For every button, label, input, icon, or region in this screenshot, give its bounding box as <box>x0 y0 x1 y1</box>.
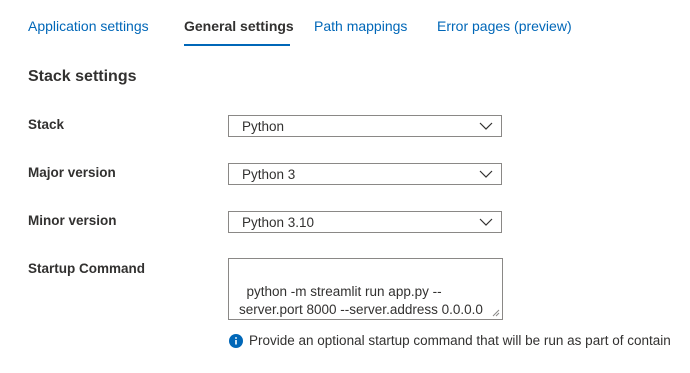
section-title: Stack settings <box>28 68 137 85</box>
startup-command-label: Startup Command <box>28 261 146 276</box>
minor-version-value: Python 3.10 <box>242 215 315 230</box>
major-version-label: Major version <box>28 165 116 180</box>
info-icon <box>229 334 243 348</box>
tab-path-mappings[interactable]: Path mappings <box>314 18 407 34</box>
stack-value: Python <box>242 119 285 134</box>
stack-label: Stack <box>28 117 65 132</box>
chevron-down-icon <box>479 218 493 226</box>
stack-dropdown[interactable]: Python <box>228 115 502 137</box>
chevron-down-icon <box>479 170 493 178</box>
hint-text: Provide an optional startup command that… <box>249 333 671 348</box>
tab-bar: Application settings General settings Pa… <box>0 0 690 50</box>
tab-application-settings[interactable]: Application settings <box>28 18 149 34</box>
chevron-down-icon <box>479 122 493 130</box>
startup-command-value: python -m streamlit run app.py -- server… <box>239 284 483 317</box>
resize-grip-icon[interactable] <box>491 308 500 317</box>
active-tab-indicator <box>184 44 290 46</box>
major-version-value: Python 3 <box>242 167 296 182</box>
tab-general-settings[interactable]: General settings <box>184 18 294 34</box>
tab-error-pages[interactable]: Error pages (preview) <box>437 18 572 34</box>
minor-version-dropdown[interactable]: Python 3.10 <box>228 211 502 233</box>
startup-command-textarea[interactable]: python -m streamlit run app.py -- server… <box>228 258 503 320</box>
minor-version-label: Minor version <box>28 213 117 228</box>
major-version-dropdown[interactable]: Python 3 <box>228 163 502 185</box>
